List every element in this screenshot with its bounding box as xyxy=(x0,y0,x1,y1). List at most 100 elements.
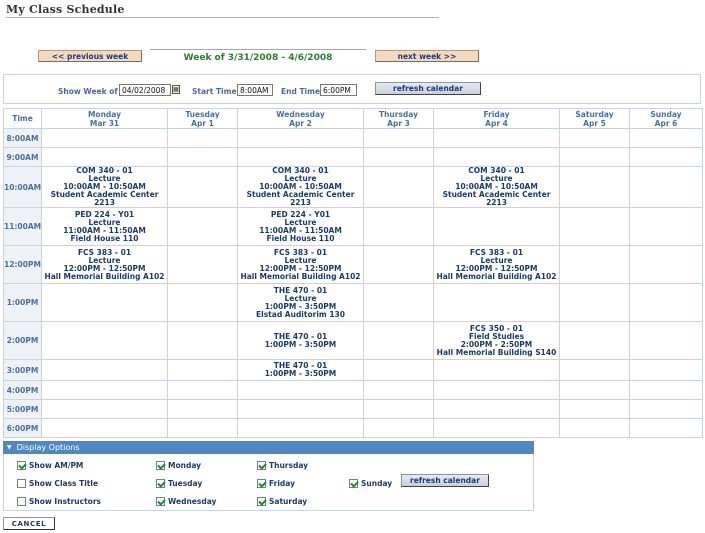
class-meeting-cell[interactable]: COM 340 - 01 Lecture 10:00AM - 10:50AM Stud… xyxy=(41,166,168,208)
class-detail: Hall Memorial Building A102 xyxy=(436,271,557,281)
wednesday-checkbox[interactable] xyxy=(156,497,165,506)
tuesday-label: Tuesday xyxy=(168,479,203,488)
sunday-checkbox[interactable] xyxy=(349,479,358,488)
class-meeting-cell[interactable]: THE 470 - 01 1:00PM - 3:50PM xyxy=(237,321,364,360)
show-class-title-label: Show Class Title xyxy=(29,479,99,488)
empty-slot-cell xyxy=(41,359,168,381)
time-slot-row: 11:00AM PED 224 - Y01 Lecture 11:00AM - 11:… xyxy=(3,207,703,246)
show-week-label: Show Week of xyxy=(58,87,118,96)
time-slot-row: 12:00PM FCS 383 - 01 Lecture 12:00PM - 12:5… xyxy=(3,245,703,284)
time-slot-row: 4:00PM xyxy=(3,380,703,400)
empty-slot-cell xyxy=(559,399,630,419)
show-ampm-option[interactable]: Show AM/PM xyxy=(17,461,83,470)
empty-slot-cell xyxy=(629,245,703,284)
empty-slot-cell xyxy=(559,245,630,284)
friday-checkbox[interactable] xyxy=(257,479,266,488)
empty-slot-cell xyxy=(559,380,630,400)
empty-slot-cell xyxy=(559,147,630,167)
class-meeting-cell[interactable]: PED 224 - Y01 Lecture 11:00AM - 11:50AM Fie… xyxy=(41,207,168,246)
saturday-checkbox[interactable] xyxy=(257,497,266,506)
empty-slot-cell xyxy=(167,245,238,284)
friday-option[interactable]: Friday xyxy=(257,479,295,488)
time-slot-label: 9:00AM xyxy=(3,147,42,167)
empty-slot-cell xyxy=(167,359,238,381)
tuesday-option[interactable]: Tuesday xyxy=(156,479,202,488)
saturday-label: Saturday xyxy=(269,497,308,506)
day-name: Sunday xyxy=(650,109,682,119)
display-options-header[interactable]: ▼ Display Options xyxy=(3,441,534,454)
sunday-label: Sunday xyxy=(361,479,393,488)
class-meeting-cell[interactable]: COM 340 - 01 Lecture 10:00AM - 10:50AM Stud… xyxy=(237,166,364,208)
start-time-input[interactable] xyxy=(237,84,273,96)
time-slot-row: 3:00PM THE 470 - 01 1:00PM - 3:50PM xyxy=(3,359,703,381)
monday-option[interactable]: Monday xyxy=(156,461,201,470)
end-time-input[interactable] xyxy=(320,84,357,96)
class-detail: 1:00PM - 3:50PM xyxy=(264,369,337,378)
schedule-filters: Show Week of ▦ Start Time End Time refre… xyxy=(3,74,701,104)
time-slot-row: 9:00AM xyxy=(3,147,703,167)
day-header-wednesday: Wednesday Apr 2 xyxy=(237,108,364,129)
show-instructors-checkbox[interactable] xyxy=(17,497,26,506)
class-meeting-cell[interactable]: FCS 350 - 01 Field Studies 2:00PM - 2:50PM… xyxy=(433,321,560,360)
empty-slot-cell xyxy=(559,128,630,148)
class-meeting-cell[interactable]: THE 470 - 01 1:00PM - 3:50PM xyxy=(237,359,364,381)
empty-slot-cell xyxy=(433,418,560,438)
collapse-arrow-icon[interactable]: ▼ xyxy=(7,444,12,451)
calendar-icon[interactable]: ▦ xyxy=(172,85,180,94)
friday-label: Friday xyxy=(269,479,296,488)
show-instructors-option[interactable]: Show Instructors xyxy=(17,497,101,506)
class-meeting-cell[interactable]: FCS 383 - 01 Lecture 12:00PM - 12:50PM Hall… xyxy=(237,245,364,284)
tuesday-checkbox[interactable] xyxy=(156,479,165,488)
class-detail: Student Academic Center 2213 xyxy=(442,190,551,207)
options-refresh-calendar-button[interactable]: refresh calendar xyxy=(401,474,489,487)
empty-slot-cell xyxy=(433,399,560,419)
class-detail: 1:00PM - 3:50PM xyxy=(264,339,337,349)
empty-slot-cell xyxy=(41,147,168,167)
show-class-title-option[interactable]: Show Class Title xyxy=(17,479,98,488)
empty-slot-cell xyxy=(433,207,560,246)
show-ampm-checkbox[interactable] xyxy=(17,461,26,470)
day-name: Wednesday xyxy=(276,109,325,119)
empty-slot-cell xyxy=(237,399,364,419)
thursday-option[interactable]: Thursday xyxy=(257,461,308,470)
time-slot-label: 12:00PM xyxy=(3,245,42,284)
refresh-calendar-button[interactable]: refresh calendar xyxy=(375,82,481,95)
show-class-title-checkbox[interactable] xyxy=(17,479,26,488)
previous-week-button[interactable]: << previous week xyxy=(38,50,142,62)
next-week-button[interactable]: next week >> xyxy=(375,50,479,62)
empty-slot-cell xyxy=(629,147,703,167)
class-meeting-cell[interactable]: COM 340 - 01 Lecture 10:00AM - 10:50AM Stud… xyxy=(433,166,560,208)
class-meeting-cell[interactable]: FCS 383 - 01 Lecture 12:00PM - 12:50PM Hall… xyxy=(433,245,560,284)
empty-slot-cell xyxy=(167,380,238,400)
saturday-option[interactable]: Saturday xyxy=(257,497,307,506)
empty-slot-cell xyxy=(41,283,168,322)
empty-slot-cell xyxy=(629,399,703,419)
empty-slot-cell xyxy=(167,207,238,246)
start-time-label: Start Time xyxy=(192,87,237,96)
cancel-button[interactable]: CANCEL xyxy=(3,517,55,530)
empty-slot-cell xyxy=(559,283,630,322)
show-week-input[interactable] xyxy=(119,84,171,96)
empty-slot-cell xyxy=(167,283,238,322)
empty-slot-cell xyxy=(363,418,434,438)
class-meeting-cell[interactable]: PED 224 - Y01 Lecture 11:00AM - 11:50AM Fie… xyxy=(237,207,364,246)
time-column-header: Time xyxy=(3,108,42,129)
empty-slot-cell xyxy=(363,166,434,208)
class-meeting-cell[interactable]: THE 470 - 01 Lecture 1:00PM - 3:50PM Elstad… xyxy=(237,283,364,322)
wednesday-option[interactable]: Wednesday xyxy=(156,497,216,506)
thursday-checkbox[interactable] xyxy=(257,461,266,470)
time-slot-label: 10:00AM xyxy=(3,166,42,208)
time-slot-row: 5:00PM xyxy=(3,399,703,419)
day-name: Tuesday xyxy=(185,109,220,119)
empty-slot-cell xyxy=(363,128,434,148)
day-date: Mar 31 xyxy=(89,118,120,128)
empty-slot-cell xyxy=(237,128,364,148)
empty-slot-cell xyxy=(41,128,168,148)
show-instructors-label: Show Instructors xyxy=(29,497,101,506)
empty-slot-cell xyxy=(559,321,630,360)
monday-checkbox[interactable] xyxy=(156,461,165,470)
schedule-header-row: Time Monday Mar 31 Tuesday Apr 1 Wednesday Ap… xyxy=(3,108,703,129)
class-meeting-cell[interactable]: FCS 383 - 01 Lecture 12:00PM - 12:50PM Hall… xyxy=(41,245,168,284)
empty-slot-cell xyxy=(363,147,434,167)
sunday-option[interactable]: Sunday xyxy=(349,479,392,488)
